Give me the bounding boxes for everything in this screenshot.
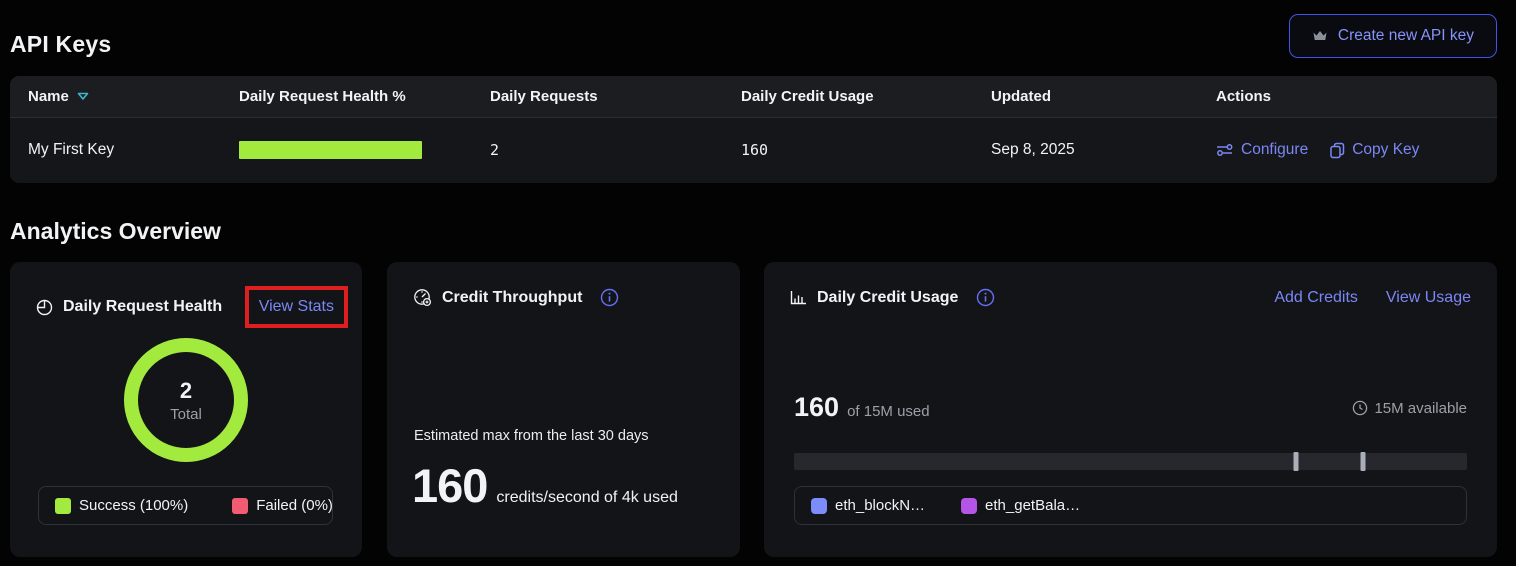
throughput-unit: credits/second of 4k used — [496, 489, 677, 507]
usage-bar-marker — [1361, 452, 1366, 471]
throughput-card-title: Credit Throughput — [442, 289, 582, 307]
add-credits-link[interactable]: Add Credits — [1274, 289, 1358, 307]
health-card-title: Daily Request Health — [63, 298, 222, 316]
credits-used-value: 160 — [794, 392, 839, 423]
usage-card-title: Daily Credit Usage — [817, 289, 958, 307]
table-header-row: Name Daily Request Health % Daily Reques… — [10, 76, 1497, 118]
column-header-updated: Updated — [991, 88, 1216, 105]
legend-item-success: Success (100%) — [55, 497, 188, 514]
legend-item-eth-getbalance: eth_getBala… — [961, 497, 1080, 514]
health-bar — [239, 141, 422, 159]
column-header-requests: Daily Requests — [490, 88, 741, 105]
view-usage-link[interactable]: View Usage — [1386, 289, 1471, 307]
actions-cell: Configure Copy Key — [1216, 141, 1497, 159]
configure-label: Configure — [1241, 141, 1308, 159]
api-keys-table: Name Daily Request Health % Daily Reques… — [10, 76, 1497, 183]
create-api-key-label: Create new API key — [1338, 27, 1474, 45]
create-api-key-button[interactable]: Create new API key — [1289, 14, 1497, 58]
credit-throughput-card: Credit Throughput Estimated max from the… — [387, 262, 740, 557]
column-header-actions: Actions — [1216, 88, 1497, 105]
copy-key-label: Copy Key — [1352, 141, 1419, 159]
legend-item-eth-blocknumber: eth_blockN… — [811, 497, 925, 514]
sort-chevron-icon — [77, 92, 89, 101]
request-health-donut-chart: 2 Total — [124, 338, 248, 462]
crown-icon — [1312, 29, 1328, 43]
health-legend: Success (100%) Failed (0%) — [38, 486, 333, 525]
info-icon[interactable] — [600, 288, 619, 307]
analytics-overview-title: Analytics Overview — [10, 218, 221, 245]
credit-usage-bar — [794, 453, 1467, 470]
api-keys-page: API Keys Create new API key Name Daily R… — [0, 0, 1516, 566]
health-cell — [239, 141, 490, 159]
updated-cell: Sep 8, 2025 — [991, 141, 1216, 159]
daily-requests-cell: 2 — [490, 141, 741, 159]
key-name-cell: My First Key — [28, 141, 239, 159]
page-title: API Keys — [10, 31, 111, 58]
copy-icon — [1330, 142, 1345, 159]
column-header-health: Daily Request Health % — [239, 88, 490, 105]
column-header-credit-usage: Daily Credit Usage — [741, 88, 991, 105]
info-icon[interactable] — [976, 288, 995, 307]
donut-total-value: 2 — [180, 378, 192, 404]
success-swatch — [55, 498, 71, 514]
credits-available-label: 15M available — [1374, 400, 1467, 417]
usage-legend: eth_blockN… eth_getBala… — [794, 486, 1467, 525]
daily-credit-usage-card: Daily Credit Usage Add Credits View Usag… — [764, 262, 1497, 557]
credits-used-label: of 15M used — [847, 403, 930, 420]
column-name-label: Name — [28, 88, 69, 105]
configure-button[interactable]: Configure — [1216, 141, 1308, 159]
health-bar-fill — [239, 141, 422, 159]
failed-label: Failed (0%) — [256, 497, 333, 514]
gauge-icon — [413, 288, 432, 307]
table-row: My First Key 2 160 Sep 8, 2025 Configure — [10, 118, 1497, 182]
view-stats-link[interactable]: View Stats — [259, 298, 334, 315]
view-stats-highlight-box: View Stats — [245, 286, 348, 328]
throughput-subtitle: Estimated max from the last 30 days — [414, 428, 649, 444]
usage-bar-marker — [1294, 452, 1299, 471]
copy-key-button[interactable]: Copy Key — [1330, 141, 1419, 159]
daily-credit-usage-cell: 160 — [741, 141, 991, 159]
eth-blocknumber-swatch — [811, 498, 827, 514]
bar-chart-icon — [790, 290, 807, 305]
failed-swatch — [232, 498, 248, 514]
daily-request-health-card: Daily Request Health View Stats 2 Total … — [10, 262, 362, 557]
eth-getbalance-label: eth_getBala… — [985, 497, 1080, 514]
top-bar: API Keys Create new API key — [10, 0, 1497, 62]
column-header-name[interactable]: Name — [28, 88, 239, 105]
eth-getbalance-swatch — [961, 498, 977, 514]
clock-icon — [1352, 400, 1368, 416]
legend-item-failed: Failed (0%) — [232, 497, 333, 514]
pie-chart-icon — [36, 299, 53, 316]
success-label: Success (100%) — [79, 497, 188, 514]
sliders-icon — [1216, 143, 1234, 157]
eth-blocknumber-label: eth_blockN… — [835, 497, 925, 514]
throughput-value: 160 — [412, 458, 487, 513]
donut-total-label: Total — [170, 406, 202, 423]
